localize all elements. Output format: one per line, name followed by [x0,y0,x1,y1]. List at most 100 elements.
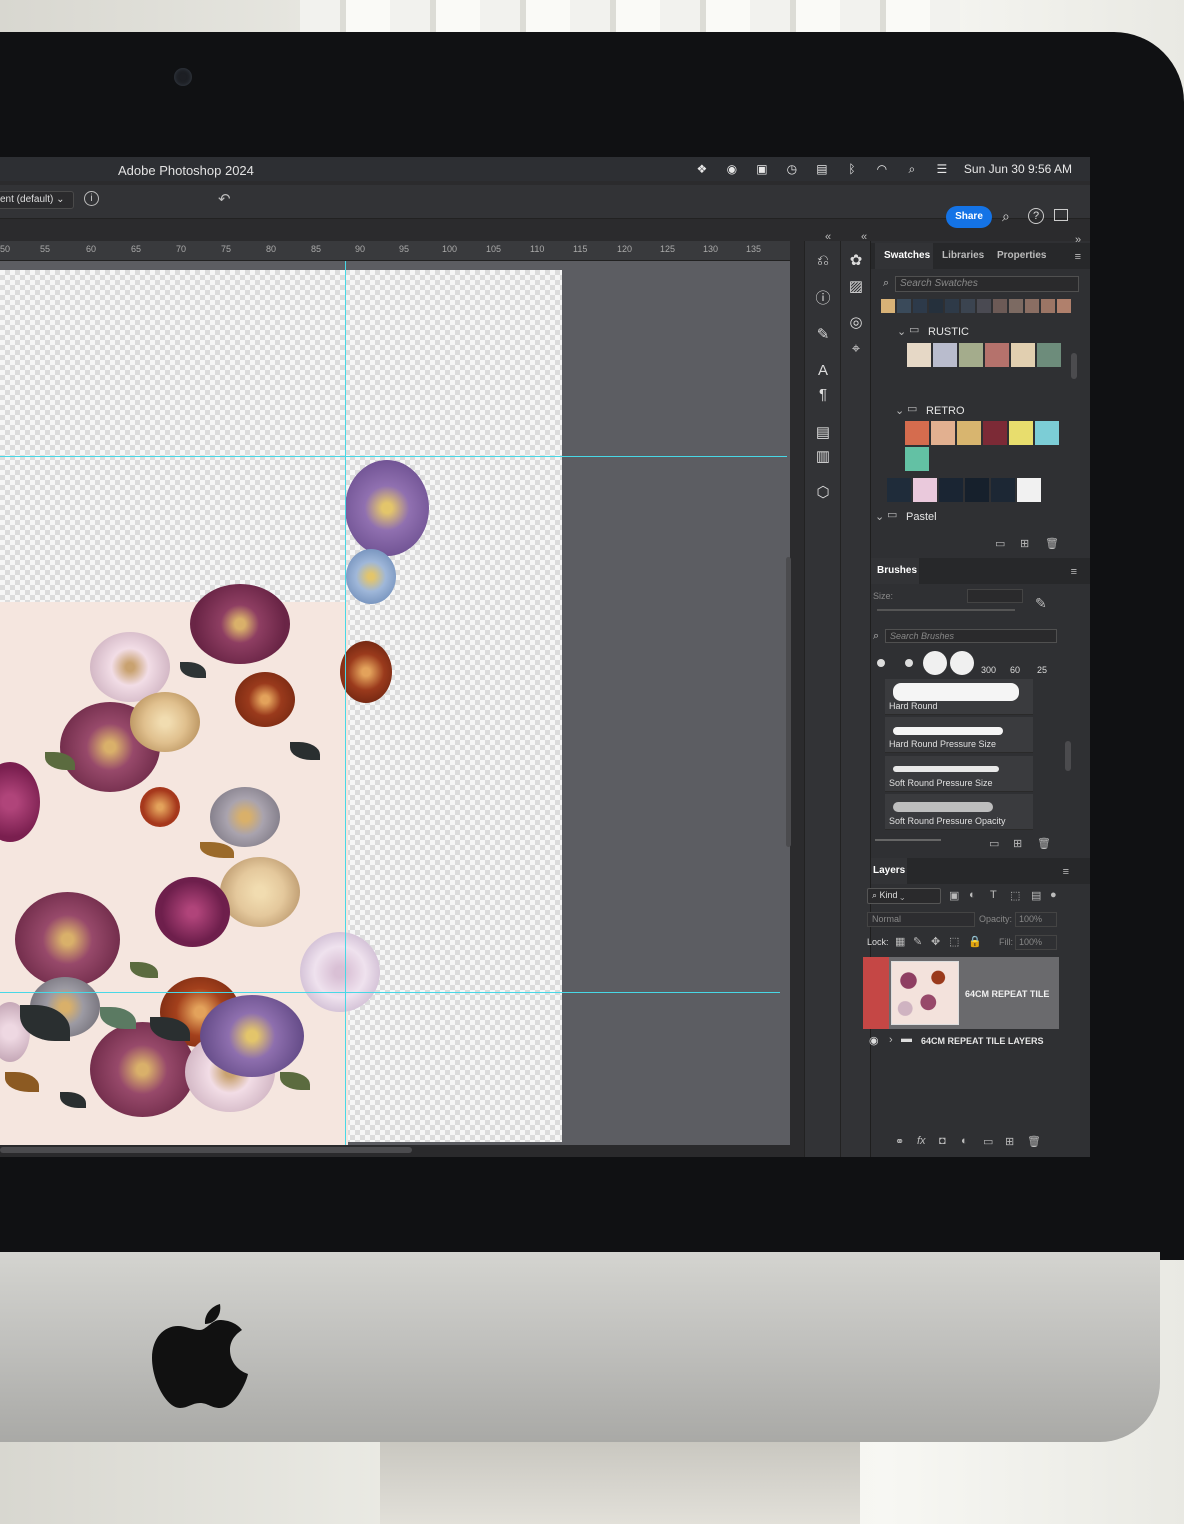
filter-type-icon[interactable]: T [990,889,997,901]
panel-menu-icon[interactable]: ≡ [1075,251,1081,263]
tab-properties[interactable]: Properties [997,250,1046,261]
mask-icon[interactable]: ◘ [939,1135,946,1147]
guide-line[interactable] [0,992,780,993]
swatch-group-pastel[interactable]: Pastel [906,511,937,523]
paragraph-icon[interactable]: ¶ [812,385,834,405]
swatch[interactable] [887,478,911,502]
brush-size-field[interactable] [967,589,1023,603]
swatch[interactable] [1025,299,1039,313]
lock-all-icon[interactable]: 🔒 [968,935,982,948]
swatch[interactable] [913,299,927,313]
glyphs-icon[interactable]: ▤ [812,423,834,443]
filter-smart-object-icon[interactable]: ▤ [1031,889,1041,902]
swatch[interactable] [957,421,981,445]
time-machine-icon[interactable]: ◷ [784,162,800,176]
create-brush-icon[interactable]: ✎ [1035,595,1047,612]
swatches-search-input[interactable]: Search Swatches [895,276,1079,292]
swatch[interactable] [931,421,955,445]
tab-brushes[interactable]: Brushes [877,565,917,576]
new-group-folder-icon[interactable]: ▭ [995,537,1005,550]
share-button[interactable]: Share [946,206,992,228]
swatch[interactable] [991,478,1015,502]
fx-icon[interactable]: fx [917,1135,926,1147]
swatch[interactable] [939,478,963,502]
guide-line[interactable] [345,261,346,1145]
new-group-folder-icon[interactable]: ▭ [983,1135,993,1148]
swatch[interactable] [1037,343,1061,367]
layer-filter-select[interactable]: ⌕ Kind ⌄ [867,888,941,904]
swatch[interactable] [1017,478,1041,502]
brush-preset-size[interactable]: 25 [1037,665,1047,675]
swatch[interactable] [959,343,983,367]
gradient-icon[interactable]: ▨ [845,277,867,297]
info-icon[interactable]: i [84,191,99,206]
chevron-down-icon[interactable]: ⌄ [895,404,904,417]
brush-size-slider[interactable] [877,609,1015,611]
wifi-icon[interactable]: ◠ [874,162,890,176]
layer-name[interactable]: 64CM REPEAT TILE [965,989,1049,999]
link-icon[interactable]: ⚭ [895,1135,904,1148]
new-layer-icon[interactable]: ⊞ [1005,1135,1014,1148]
swatch[interactable] [929,299,943,313]
collapse-icon[interactable]: « [825,231,831,243]
screen-record-icon[interactable]: ◉ [724,162,740,176]
filter-adjustment-icon[interactable]: ◐ [969,889,976,901]
new-group-folder-icon[interactable]: ▭ [989,837,999,850]
brush-preset-round[interactable] [923,651,947,675]
blend-mode-select[interactable]: Normal [867,912,975,927]
brush-preset-dot[interactable] [877,659,885,667]
swatch[interactable] [961,299,975,313]
delete-icon[interactable]: 🗑 [1037,837,1051,850]
swatch[interactable] [1035,421,1059,445]
swatch[interactable] [965,478,989,502]
vertical-scroll-thumb[interactable] [786,557,791,847]
lock-image-icon[interactable]: ✎ [913,935,922,948]
brush-preset-size[interactable]: 60 [1010,665,1020,675]
workspace-switcher-icon[interactable] [1054,209,1068,221]
brush-preset-size[interactable]: 300 [981,665,996,675]
brushes-scroll-thumb[interactable] [1065,741,1071,771]
swatch[interactable] [985,343,1009,367]
swatch[interactable] [1011,343,1035,367]
swatch[interactable] [905,421,929,445]
brush-preview-size-slider[interactable] [875,839,941,841]
filter-pixel-icon[interactable]: ▣ [949,889,959,902]
horizontal-ruler[interactable]: 50 55 60 65 70 75 80 85 90 95 100 105 11… [0,241,790,261]
3d-icon[interactable]: ⬡ [812,483,834,503]
layer-visibility-hidden[interactable] [863,957,889,1029]
bluetooth-icon[interactable]: ᛒ [844,162,860,176]
layer-row-selected[interactable]: 64CM REPEAT TILE [863,957,1059,1029]
brush-preset-dot[interactable] [905,659,913,667]
swatches-scroll-thumb[interactable] [1071,353,1077,379]
paths-icon[interactable]: ⌖ [845,339,867,359]
adjustment-layer-icon[interactable]: ◐ [961,1135,968,1147]
swatch-group-rustic[interactable]: RUSTIC [928,326,969,338]
chevron-down-icon[interactable]: ⌄ [875,510,884,523]
help-icon[interactable]: ? [1028,208,1044,224]
color-icon[interactable]: ✿ [845,251,867,271]
brush-item[interactable]: Hard Round [885,679,1033,715]
history-icon[interactable]: ⎌ [812,251,834,271]
swatch[interactable] [897,299,911,313]
new-swatch-icon[interactable]: ⊞ [1020,537,1029,550]
chevron-right-icon[interactable]: › [889,1034,893,1046]
chevron-down-icon[interactable]: ⌄ [897,325,906,338]
dropbox-icon[interactable]: ❖ [694,162,710,176]
guide-line[interactable] [0,456,787,457]
brushes-search-input[interactable]: Search Brushes [885,629,1057,643]
brush-item[interactable]: Soft Round Pressure Size [885,756,1033,792]
swatch[interactable] [1009,299,1023,313]
swatch[interactable] [913,478,937,502]
opacity-field[interactable]: 100% [1015,912,1057,927]
tab-swatches[interactable]: Swatches [884,250,930,261]
tab-layers[interactable]: Layers [873,865,905,876]
spotlight-search-icon[interactable]: ⌕ [904,162,920,176]
new-brush-icon[interactable]: ⊞ [1013,837,1022,850]
eye-icon[interactable]: ◉ [869,1034,879,1047]
brush-item[interactable]: Soft Round Pressure Opacity [885,794,1033,830]
swatch[interactable] [1057,299,1071,313]
delete-icon[interactable]: 🗑 [1027,1135,1041,1148]
character-icon[interactable]: A [812,361,834,381]
screen-mirroring-icon[interactable]: ▣ [754,162,770,176]
menubar-clock[interactable]: Sun Jun 30 9:56 AM [964,162,1072,176]
